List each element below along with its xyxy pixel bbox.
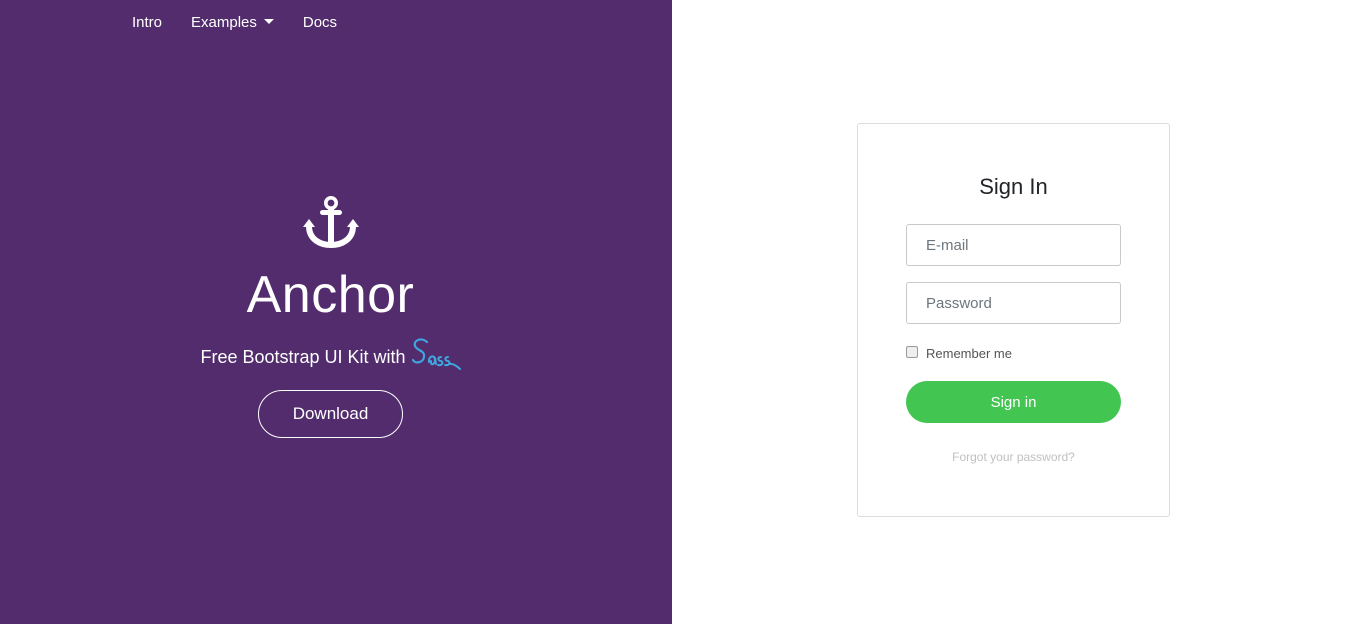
nav-item-intro[interactable]: Intro (132, 13, 162, 32)
password-field[interactable] (906, 282, 1121, 324)
signin-panel: Sign In Remember me Sign in Forgot your … (672, 0, 1347, 624)
forgot-password-link[interactable]: Forgot your password? (858, 450, 1169, 464)
sign-in-button[interactable]: Sign in (906, 381, 1121, 423)
landing-page: Intro Examples Docs Anchor Free Bootstra (0, 0, 1347, 624)
nav-item-docs[interactable]: Docs (303, 13, 337, 32)
nav-item-label: Docs (302, 14, 338, 31)
hero-subtitle-text: Free Bootstrap UI Kit with (200, 347, 406, 367)
nav-item-label: Intro (132, 14, 163, 31)
nav-item-examples[interactable]: Examples (191, 13, 274, 32)
hero-panel: Intro Examples Docs Anchor Free Bootstra (0, 0, 672, 624)
remember-me-label: Remember me (926, 346, 1012, 361)
hero-subtitle: Free Bootstrap UI Kit with (0, 332, 661, 370)
sass-logo (411, 338, 461, 370)
anchor-icon (302, 196, 359, 248)
signin-title: Sign In (979, 174, 1048, 199)
nav-item-label: Examples (191, 14, 257, 31)
signin-card: Sign In Remember me Sign in Forgot your … (857, 123, 1170, 517)
hero-title: Anchor (246, 266, 415, 324)
remember-me-checkbox[interactable] (906, 345, 918, 358)
top-nav: Intro Examples Docs (132, 13, 337, 32)
caret-down-icon (263, 19, 274, 24)
email-field[interactable] (906, 224, 1121, 266)
hero: Anchor Free Bootstrap UI Kit with Downlo… (0, 196, 661, 438)
download-button[interactable]: Download (258, 390, 403, 438)
remember-me[interactable]: Remember me (906, 344, 1012, 361)
